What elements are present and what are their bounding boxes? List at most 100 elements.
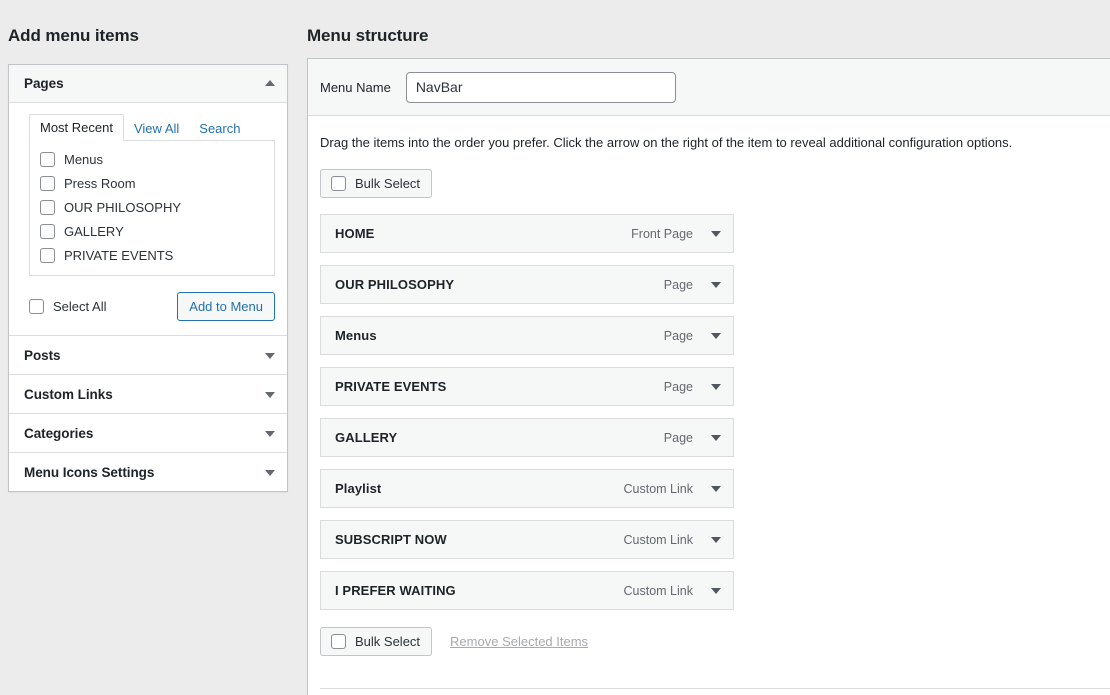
accordion-header-menu-icons-settings[interactable]: Menu Icons Settings <box>9 453 287 491</box>
menu-item-row[interactable]: I PREFER WAITING Custom Link <box>320 571 734 610</box>
accordion-label-custom-links: Custom Links <box>24 386 113 402</box>
add-menu-items-column: Add menu items Pages Most Recent View Al… <box>0 0 300 695</box>
accordion-header-categories[interactable]: Categories <box>9 414 287 452</box>
menu-structure-heading: Menu structure <box>307 26 429 45</box>
chevron-down-icon[interactable] <box>711 536 721 543</box>
tab-search[interactable]: Search <box>189 116 250 141</box>
checkbox-page-menus[interactable] <box>40 152 55 167</box>
bulk-select-bottom-button[interactable]: Bulk Select <box>320 627 433 656</box>
chevron-down-icon[interactable] <box>711 383 721 390</box>
list-item-label: GALLERY <box>64 224 124 239</box>
list-item-label: PRIVATE EVENTS <box>64 248 174 263</box>
menu-item-row[interactable]: PRIVATE EVENTS Page <box>320 367 734 406</box>
menu-name-label: Menu Name <box>320 79 391 95</box>
menu-structure-column: Menu structure Menu Name Drag the items … <box>307 0 1110 695</box>
panel-divider <box>320 688 1110 689</box>
list-item[interactable]: PRIVATE EVENTS <box>40 246 264 265</box>
menu-item-row[interactable]: HOME Front Page <box>320 214 734 253</box>
menu-item-row[interactable]: SUBSCRIPT NOW Custom Link <box>320 520 734 559</box>
accordion-section-pages: Pages Most Recent View All Search Menus <box>9 65 287 336</box>
add-menu-items-heading: Add menu items <box>8 26 139 45</box>
menu-structure-body: Drag the items into the order you prefer… <box>308 116 1110 695</box>
checkbox-bulk-select-bottom[interactable] <box>331 634 346 649</box>
chevron-down-icon[interactable] <box>711 281 721 288</box>
chevron-down-icon[interactable] <box>711 485 721 492</box>
menu-item-type: Page <box>663 430 693 445</box>
pages-most-recent-panel: Menus Press Room OUR PHILOSOPHY GALLERY … <box>29 141 275 276</box>
checkbox-bulk-select-top[interactable] <box>331 176 346 191</box>
menu-item-title: HOME <box>335 226 375 241</box>
menu-item-type: Front Page <box>631 226 693 241</box>
add-menu-items-accordion: Pages Most Recent View All Search Menus <box>8 64 288 492</box>
pages-panel-footer: Select All Add to Menu <box>21 292 275 321</box>
menu-name-row: Menu Name <box>308 59 1110 116</box>
accordion-body-pages: Most Recent View All Search Menus Press … <box>9 103 287 335</box>
checkbox-page-our-philosophy[interactable] <box>40 200 55 215</box>
chevron-up-icon[interactable] <box>265 79 275 86</box>
remove-selected-items-link[interactable]: Remove Selected Items <box>450 634 588 649</box>
chevron-down-icon[interactable] <box>711 230 721 237</box>
menu-item-type: Page <box>663 328 693 343</box>
accordion-label-menu-icons-settings: Menu Icons Settings <box>24 464 155 480</box>
list-item-label: Press Room <box>64 176 136 191</box>
bulk-select-top-button[interactable]: Bulk Select <box>320 169 433 198</box>
bulk-select-top-label: Bulk Select <box>355 176 421 191</box>
menu-item-title: GALLERY <box>335 430 398 445</box>
accordion-header-pages[interactable]: Pages <box>9 65 287 103</box>
select-all-label: Select All <box>53 299 107 314</box>
accordion-label-posts: Posts <box>24 347 61 363</box>
menu-item-title: Menus <box>335 328 377 343</box>
chevron-down-icon[interactable] <box>711 587 721 594</box>
bulk-select-bottom-label: Bulk Select <box>355 634 421 649</box>
list-item-label: OUR PHILOSOPHY <box>64 200 182 215</box>
tab-most-recent[interactable]: Most Recent <box>29 114 124 141</box>
menu-item-title: PRIVATE EVENTS <box>335 379 447 394</box>
accordion-label-categories: Categories <box>24 425 94 441</box>
chevron-down-icon[interactable] <box>265 431 275 437</box>
menu-item-row[interactable]: Playlist Custom Link <box>320 469 734 508</box>
accordion-header-custom-links[interactable]: Custom Links <box>9 375 287 413</box>
menu-item-title: SUBSCRIPT NOW <box>335 532 447 547</box>
accordion-label-pages: Pages <box>24 76 64 91</box>
accordion-section-posts: Posts <box>9 336 287 375</box>
menu-item-type: Custom Link <box>623 481 693 496</box>
menus-screen: Add menu items Pages Most Recent View Al… <box>0 0 1110 695</box>
drag-instructions: Drag the items into the order you prefer… <box>320 135 1013 150</box>
list-item[interactable]: GALLERY <box>40 222 264 241</box>
list-item-label: Menus <box>64 152 104 167</box>
accordion-header-posts[interactable]: Posts <box>9 336 287 374</box>
menu-item-type: Page <box>663 379 693 394</box>
menu-item-type: Custom Link <box>623 583 693 598</box>
accordion-section-menu-icons-settings: Menu Icons Settings <box>9 453 287 491</box>
accordion-section-categories: Categories <box>9 414 287 453</box>
menu-list-footer: Bulk Select Remove Selected Items <box>320 627 1110 656</box>
list-item[interactable]: Menus <box>40 150 264 169</box>
checkbox-page-private-events[interactable] <box>40 248 55 263</box>
select-all-control[interactable]: Select All <box>29 299 106 314</box>
pages-tablist: Most Recent View All Search <box>29 114 275 141</box>
checkbox-page-gallery[interactable] <box>40 224 55 239</box>
menu-item-type: Page <box>663 277 693 292</box>
tab-view-all[interactable]: View All <box>124 116 189 141</box>
menu-structure-panel: Menu Name Drag the items into the order … <box>307 58 1110 695</box>
checkbox-page-press-room[interactable] <box>40 176 55 191</box>
menu-items-list: HOME Front Page OUR PHILOSOPHY Page Menu… <box>320 214 1110 610</box>
add-to-menu-button[interactable]: Add to Menu <box>177 292 275 321</box>
list-item[interactable]: Press Room <box>40 174 264 193</box>
checkbox-select-all[interactable] <box>29 299 44 314</box>
list-item[interactable]: OUR PHILOSOPHY <box>40 198 264 217</box>
chevron-down-icon[interactable] <box>265 353 275 359</box>
menu-item-title: I PREFER WAITING <box>335 583 456 598</box>
accordion-section-custom-links: Custom Links <box>9 375 287 414</box>
menu-item-row[interactable]: GALLERY Page <box>320 418 734 457</box>
menu-item-row[interactable]: Menus Page <box>320 316 734 355</box>
menu-item-type: Custom Link <box>623 532 693 547</box>
menu-name-input[interactable] <box>405 71 676 103</box>
menu-item-title: Playlist <box>335 481 382 496</box>
chevron-down-icon[interactable] <box>265 470 275 476</box>
menu-item-title: OUR PHILOSOPHY <box>335 277 455 292</box>
chevron-down-icon[interactable] <box>711 434 721 441</box>
chevron-down-icon[interactable] <box>265 392 275 398</box>
menu-item-row[interactable]: OUR PHILOSOPHY Page <box>320 265 734 304</box>
chevron-down-icon[interactable] <box>711 332 721 339</box>
